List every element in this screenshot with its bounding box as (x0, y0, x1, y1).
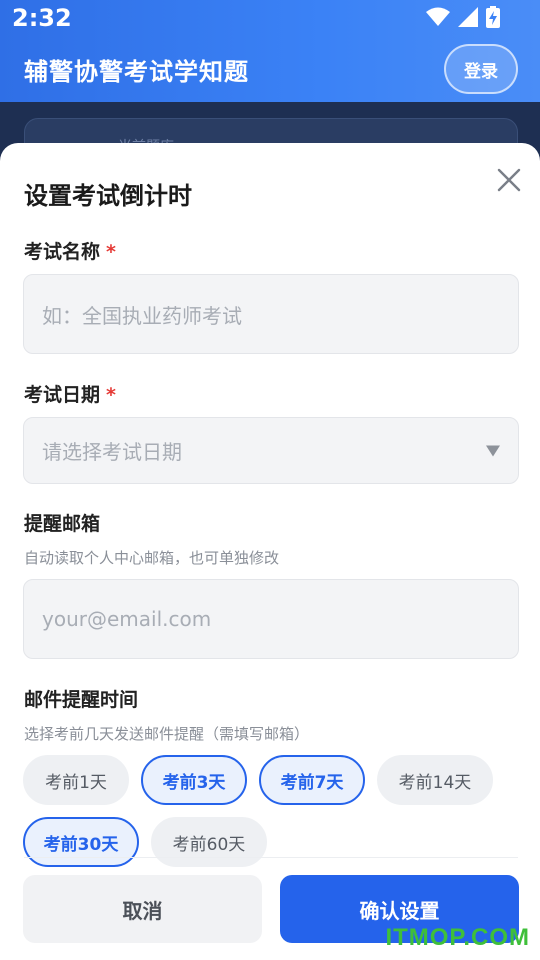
reminder-hint: 选择考前几天发送邮件提醒（需填写邮箱） (24, 725, 310, 743)
app-title: 辅警协警考试学知题 (24, 58, 249, 86)
required-mark: * (106, 384, 116, 406)
footer-divider (24, 857, 518, 858)
exam-date-label: 考试日期 * (24, 384, 116, 406)
email-placeholder: your@email.com (42, 607, 212, 631)
exam-name-label: 考试名称 * (24, 241, 116, 263)
required-mark: * (106, 241, 116, 263)
signal-icon (458, 7, 478, 27)
battery-charging-icon (486, 6, 500, 28)
reminder-option-60-days[interactable]: 考前60天 (151, 817, 267, 867)
app-header: 2:32 辅警协警考试学知题 登录 (0, 0, 540, 102)
reminder-option-3-days[interactable]: 考前3天 (141, 755, 247, 805)
exam-date-placeholder: 请选择考试日期 (42, 440, 182, 464)
dropdown-arrow-icon (486, 445, 500, 456)
reminder-option-14-days[interactable]: 考前14天 (377, 755, 493, 805)
watermark: ITMOP.COM (385, 924, 530, 951)
reminder-label: 邮件提醒时间 (24, 689, 139, 711)
status-icons (426, 6, 500, 28)
exam-name-input[interactable]: 如：全国执业药师考试 (23, 274, 519, 354)
email-label: 提醒邮箱 (24, 513, 101, 535)
cancel-button[interactable]: 取消 (23, 875, 262, 943)
reminder-option-30-days[interactable]: 考前30天 (23, 817, 139, 867)
status-time: 2:32 (12, 4, 72, 32)
close-icon[interactable] (496, 167, 522, 193)
wifi-icon (426, 7, 450, 26)
sheet-title: 设置考试倒计时 (24, 182, 192, 210)
email-hint: 自动读取个人中心邮箱，也可单独修改 (24, 549, 280, 567)
exam-date-select[interactable]: 请选择考试日期 (23, 417, 519, 484)
email-input[interactable]: your@email.com (23, 579, 519, 659)
exam-name-placeholder: 如：全国执业药师考试 (42, 303, 242, 328)
login-button[interactable]: 登录 (444, 44, 518, 94)
reminder-option-7-days[interactable]: 考前7天 (259, 755, 365, 805)
reminder-option-1-day[interactable]: 考前1天 (23, 755, 129, 805)
countdown-settings-sheet: 设置考试倒计时 考试名称 * 如：全国执业药师考试 考试日期 * 请选择考试日期 提… (0, 143, 540, 960)
